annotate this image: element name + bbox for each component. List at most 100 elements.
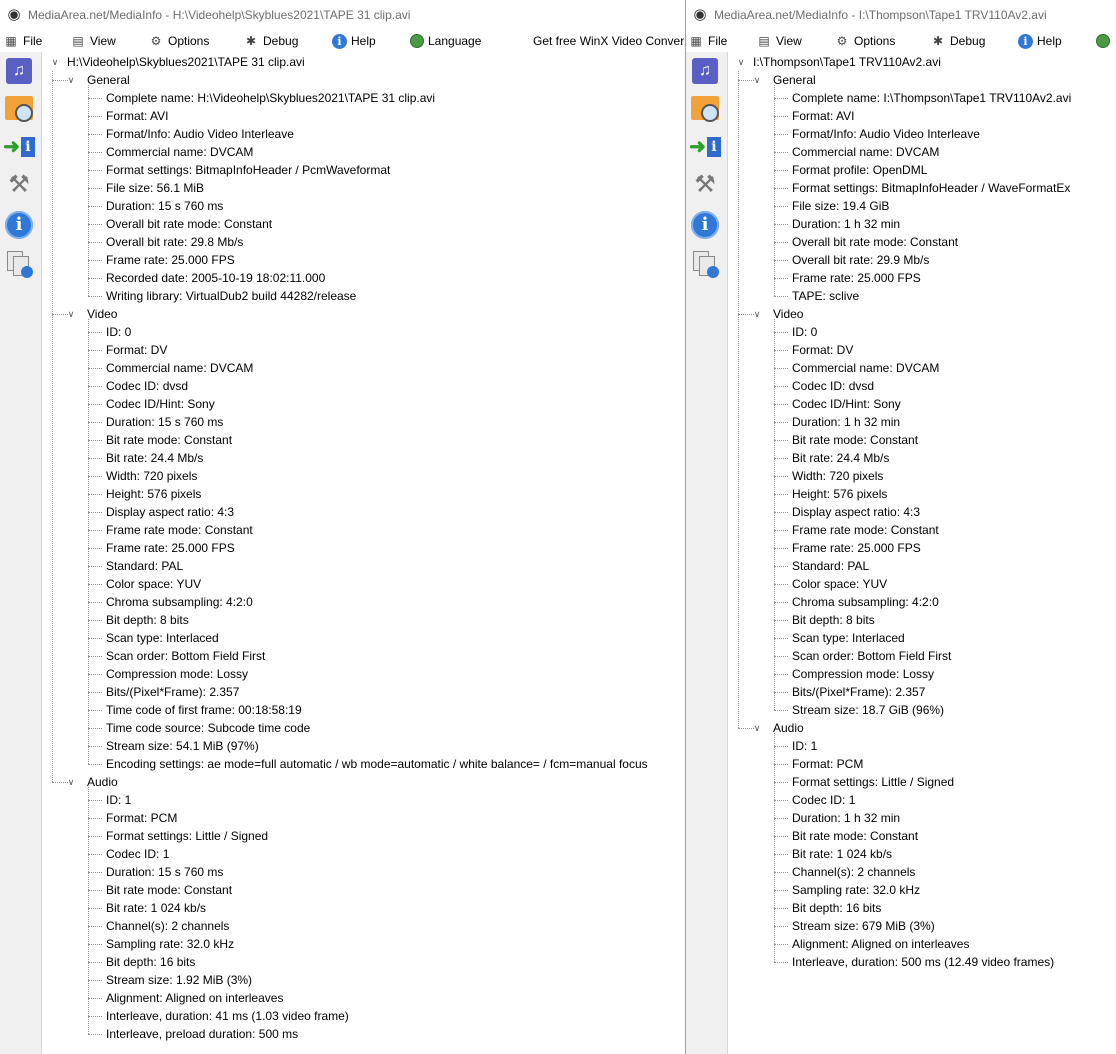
menu-debug[interactable]: ✱ Debug — [243, 30, 298, 52]
tree-item[interactable]: File size: 56.1 MiB — [106, 179, 204, 197]
tree-item[interactable]: Interleave, duration: 500 ms (12.49 vide… — [792, 953, 1054, 971]
tree-item[interactable]: Height: 576 pixels — [106, 485, 201, 503]
tree-item[interactable]: Bit depth: 16 bits — [792, 899, 881, 917]
tree-item[interactable]: Bit rate mode: Constant — [792, 827, 918, 845]
tree-toggle-section[interactable]: ∨ — [66, 305, 76, 323]
tree-item[interactable]: Format: DV — [792, 341, 853, 359]
tree-item[interactable]: Frame rate: 25.000 FPS — [106, 539, 235, 557]
tree-item[interactable]: Overall bit rate: 29.9 Mb/s — [792, 251, 929, 269]
tree-item[interactable]: Encoding settings: ae mode=full automati… — [106, 755, 648, 773]
menu-help[interactable]: i Help — [332, 30, 376, 52]
tree-item[interactable]: Codec ID/Hint: Sony — [792, 395, 901, 413]
tree-item[interactable]: Complete name: H:\Videohelp\Skyblues2021… — [106, 89, 435, 107]
tree-item[interactable]: Frame rate mode: Constant — [792, 521, 939, 539]
tree-root-file[interactable]: I:\Thompson\Tape1 TRV110Av2.avi — [753, 53, 941, 71]
tree-item[interactable]: Scan type: Interlaced — [106, 629, 219, 647]
tree-item[interactable]: Format settings: Little / Signed — [106, 827, 268, 845]
open-folder-button[interactable] — [689, 92, 721, 124]
tree-toggle-section[interactable]: ∨ — [66, 71, 76, 89]
tree-item[interactable]: Channel(s): 2 channels — [792, 863, 915, 881]
tree-item[interactable]: Compression mode: Lossy — [106, 665, 248, 683]
tree-item[interactable]: Commercial name: DVCAM — [106, 359, 253, 377]
tree-item[interactable]: Writing library: VirtualDub2 build 44282… — [106, 287, 356, 305]
tree-item[interactable]: Bits/(Pixel*Frame): 2.357 — [106, 683, 239, 701]
tree-toggle-section[interactable]: ∨ — [752, 719, 762, 737]
tree-item[interactable]: Standard: PAL — [792, 557, 869, 575]
tree-item[interactable]: Color space: YUV — [106, 575, 201, 593]
tree-item[interactable]: Format settings: BitmapInfoHeader / Wave… — [792, 179, 1070, 197]
tree-item[interactable]: Codec ID/Hint: Sony — [106, 395, 215, 413]
tree-item[interactable]: Interleave, preload duration: 500 ms — [106, 1025, 298, 1043]
tree-item[interactable]: Stream size: 679 MiB (3%) — [792, 917, 935, 935]
open-file-button[interactable]: ♫ — [3, 55, 35, 87]
tree-item[interactable]: Duration: 1 h 32 min — [792, 809, 900, 827]
tree-item[interactable]: Time code source: Subcode time code — [106, 719, 310, 737]
tree-item[interactable]: Scan order: Bottom Field First — [106, 647, 265, 665]
tree-item[interactable]: Bit rate: 1 024 kb/s — [792, 845, 892, 863]
tree-item[interactable]: Duration: 15 s 760 ms — [106, 863, 223, 881]
tree-item[interactable]: ID: 1 — [106, 791, 131, 809]
tree-item[interactable]: Commercial name: DVCAM — [792, 359, 939, 377]
tree-root-file[interactable]: H:\Videohelp\Skyblues2021\TAPE 31 clip.a… — [67, 53, 305, 71]
tree-item[interactable]: Format: DV — [106, 341, 167, 359]
tree-item[interactable]: Chroma subsampling: 4:2:0 — [106, 593, 253, 611]
open-folder-button[interactable] — [3, 92, 35, 124]
preferences-button[interactable]: ⚒ — [689, 169, 721, 201]
tree-item[interactable]: Sampling rate: 32.0 kHz — [792, 881, 920, 899]
tree-item[interactable]: Stream size: 54.1 MiB (97%) — [106, 737, 259, 755]
tree-item[interactable]: Bit rate mode: Constant — [106, 881, 232, 899]
tree-section-video[interactable]: Video — [773, 305, 803, 323]
tree-item[interactable]: Overall bit rate mode: Constant — [792, 233, 958, 251]
tree-item[interactable]: Bit depth: 16 bits — [106, 953, 195, 971]
tree-item[interactable]: Format: AVI — [106, 107, 168, 125]
tree-toggle-section[interactable]: ∨ — [752, 305, 762, 323]
preferences-button[interactable]: ⚒ — [3, 169, 35, 201]
tree-toggle-section[interactable]: ∨ — [752, 71, 762, 89]
tree-item[interactable]: ID: 1 — [792, 737, 817, 755]
tree-item[interactable]: Format: PCM — [792, 755, 863, 773]
tree-section-audio[interactable]: Audio — [87, 773, 118, 791]
tree-section-general[interactable]: General — [87, 71, 130, 89]
tree-item[interactable]: Duration: 15 s 760 ms — [106, 413, 223, 431]
tree-item[interactable]: Frame rate: 25.000 FPS — [106, 251, 235, 269]
tree-section-general[interactable]: General — [773, 71, 816, 89]
tree-item[interactable]: Frame rate mode: Constant — [106, 521, 253, 539]
tree-item[interactable]: Duration: 1 h 32 min — [792, 215, 900, 233]
export-button[interactable]: ➜ i — [689, 131, 721, 163]
tree-item[interactable]: Overall bit rate mode: Constant — [106, 215, 272, 233]
tree-item[interactable]: Channel(s): 2 channels — [106, 917, 229, 935]
tree-toggle-root[interactable]: ∨ — [736, 53, 746, 71]
menu-debug[interactable]: ✱ Debug — [930, 30, 985, 52]
tree-item[interactable]: Sampling rate: 32.0 kHz — [106, 935, 234, 953]
tree-item[interactable]: Alignment: Aligned on interleaves — [792, 935, 969, 953]
menu-language[interactable] — [1096, 30, 1110, 52]
tree-item[interactable]: Overall bit rate: 29.8 Mb/s — [106, 233, 243, 251]
tree-item[interactable]: Display aspect ratio: 4:3 — [792, 503, 920, 521]
tree-item[interactable]: Format: AVI — [792, 107, 854, 125]
menu-language[interactable]: Language — [410, 30, 481, 52]
tree-toggle-root[interactable]: ∨ — [50, 53, 60, 71]
menu-options[interactable]: ⚙ Options — [834, 30, 896, 52]
tree-item[interactable]: TAPE: sclive — [792, 287, 859, 305]
tree-toggle-section[interactable]: ∨ — [66, 773, 76, 791]
menu-view[interactable]: ▤ View — [756, 30, 801, 52]
menu-help[interactable]: i Help — [1018, 30, 1062, 52]
open-file-button[interactable]: ♫ — [689, 55, 721, 87]
tree-item[interactable]: Bits/(Pixel*Frame): 2.357 — [792, 683, 925, 701]
tree-item[interactable]: Bit rate mode: Constant — [106, 431, 232, 449]
menu-file[interactable]: ▦ File — [3, 30, 42, 52]
tree-item[interactable]: Codec ID: dvsd — [106, 377, 188, 395]
tree-item[interactable]: Bit rate mode: Constant — [792, 431, 918, 449]
tree-item[interactable]: ID: 0 — [792, 323, 817, 341]
tree-item[interactable]: Duration: 15 s 760 ms — [106, 197, 223, 215]
tree-item[interactable]: Interleave, duration: 41 ms (1.03 video … — [106, 1007, 349, 1025]
tree-item[interactable]: Commercial name: DVCAM — [792, 143, 939, 161]
sheet-view-button[interactable] — [689, 248, 721, 280]
tree-item[interactable]: Height: 576 pixels — [792, 485, 887, 503]
tree-item[interactable]: Format settings: BitmapInfoHeader / PcmW… — [106, 161, 390, 179]
tree-item[interactable]: Chroma subsampling: 4:2:0 — [792, 593, 939, 611]
menu-promo-link[interactable]: Get free WinX Video Convert — [533, 30, 684, 52]
tree-item[interactable]: Recorded date: 2005-10-19 18:02:11.000 — [106, 269, 325, 287]
tree-item[interactable]: Format profile: OpenDML — [792, 161, 927, 179]
tree-item[interactable]: Codec ID: 1 — [792, 791, 855, 809]
